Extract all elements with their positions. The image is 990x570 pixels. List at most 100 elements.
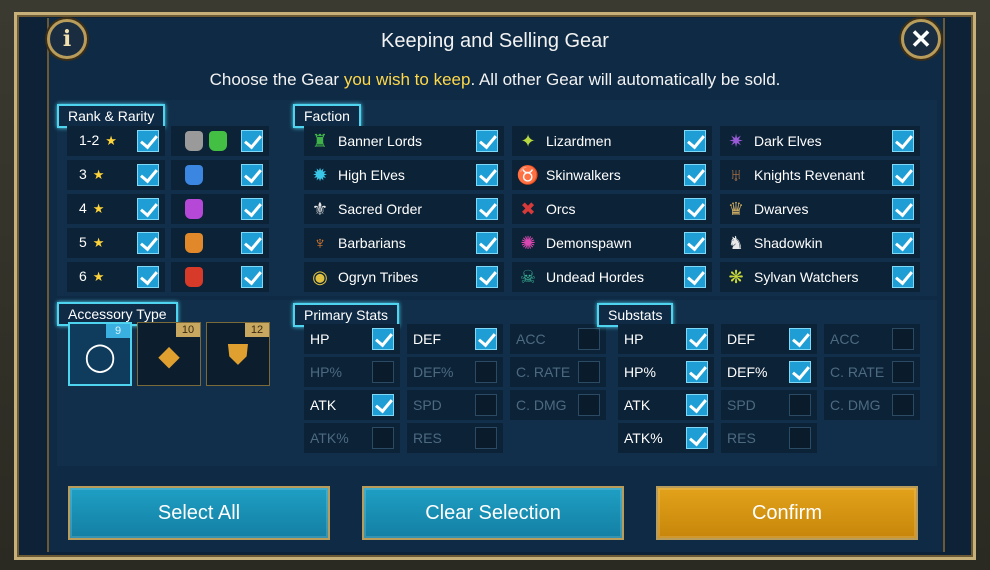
faction-label: Dwarves bbox=[754, 201, 809, 217]
stat-checkbox[interactable] bbox=[475, 328, 497, 350]
lizardmen-icon: ✦ bbox=[520, 131, 536, 151]
faction-checkbox[interactable] bbox=[476, 130, 498, 152]
rank-value: 1-2 bbox=[79, 132, 100, 148]
stat-checkbox[interactable] bbox=[892, 361, 914, 383]
rarity-checkbox[interactable] bbox=[241, 266, 263, 288]
stat-checkbox[interactable] bbox=[578, 361, 600, 383]
accessory-banner[interactable]: ⛊ 12 bbox=[206, 322, 270, 386]
stat-checkbox[interactable] bbox=[372, 427, 394, 449]
orcs-icon: ✖ bbox=[520, 199, 536, 219]
faction-checkbox[interactable] bbox=[892, 266, 914, 288]
stat-checkbox[interactable] bbox=[578, 328, 600, 350]
stat-checkbox[interactable] bbox=[475, 394, 497, 416]
rank-rarity-tag: Rank & Rarity bbox=[57, 104, 166, 128]
faction-row bbox=[512, 194, 712, 224]
star-icon: ★ bbox=[92, 269, 105, 284]
faction-checkbox[interactable] bbox=[684, 232, 706, 254]
faction-checkbox[interactable] bbox=[684, 130, 706, 152]
stat-checkbox[interactable] bbox=[686, 427, 708, 449]
stat-checkbox[interactable] bbox=[789, 394, 811, 416]
rank-checkbox[interactable] bbox=[137, 130, 159, 152]
stat-label: HP bbox=[624, 331, 644, 347]
rarity-checkbox[interactable] bbox=[241, 164, 263, 186]
stat-checkbox[interactable] bbox=[789, 427, 811, 449]
sylvan-watchers-icon: ❋ bbox=[728, 267, 744, 287]
faction-checkbox[interactable] bbox=[892, 164, 914, 186]
stat-label: DEF bbox=[727, 331, 755, 347]
faction-label: Lizardmen bbox=[546, 133, 612, 149]
stat-checkbox[interactable] bbox=[686, 361, 708, 383]
rank-checkbox[interactable] bbox=[137, 164, 159, 186]
confirm-button[interactable]: Confirm bbox=[656, 486, 918, 540]
armor-icon bbox=[185, 199, 203, 219]
faction-label: Dark Elves bbox=[754, 133, 822, 149]
faction-checkbox[interactable] bbox=[892, 198, 914, 220]
accessory-amulet[interactable]: ◆ 10 bbox=[137, 322, 201, 386]
star-icon: ★ bbox=[92, 167, 105, 182]
faction-checkbox[interactable] bbox=[476, 198, 498, 220]
stat-checkbox[interactable] bbox=[892, 328, 914, 350]
faction-checkbox[interactable] bbox=[892, 232, 914, 254]
star-icon: ★ bbox=[105, 133, 117, 148]
faction-checkbox[interactable] bbox=[892, 130, 914, 152]
armor-icon bbox=[185, 267, 203, 287]
demonspawn-icon: ✺ bbox=[520, 233, 536, 253]
rank-label: 6 ★ bbox=[79, 268, 104, 285]
faction-label: Sacred Order bbox=[338, 201, 423, 217]
stat-checkbox[interactable] bbox=[578, 394, 600, 416]
rarity-checkbox[interactable] bbox=[241, 198, 263, 220]
armor-icon bbox=[185, 131, 203, 151]
stat-label: DEF% bbox=[413, 364, 454, 380]
banner-icon: ⛊ bbox=[227, 339, 249, 370]
stat-checkbox[interactable] bbox=[686, 394, 708, 416]
stat-label: ACC bbox=[830, 331, 860, 347]
faction-checkbox[interactable] bbox=[684, 198, 706, 220]
rarity-checkbox[interactable] bbox=[241, 232, 263, 254]
stat-checkbox[interactable] bbox=[372, 361, 394, 383]
star-icon: ★ bbox=[92, 235, 105, 250]
ogryn-tribes-icon: ◉ bbox=[312, 267, 328, 287]
armor-icon bbox=[185, 165, 203, 185]
stat-label: ACC bbox=[516, 331, 546, 347]
faction-checkbox[interactable] bbox=[476, 232, 498, 254]
faction-checkbox[interactable] bbox=[476, 164, 498, 186]
faction-checkbox[interactable] bbox=[684, 266, 706, 288]
stat-checkbox[interactable] bbox=[475, 427, 497, 449]
rank-value: 3 bbox=[79, 166, 87, 182]
clear-selection-button[interactable]: Clear Selection bbox=[362, 486, 624, 540]
rank-checkbox[interactable] bbox=[137, 198, 159, 220]
subtitle-suffix: . All other Gear will automatically be s… bbox=[470, 70, 781, 89]
faction-row bbox=[720, 194, 920, 224]
faction-label: Shadowkin bbox=[754, 235, 823, 251]
stat-checkbox[interactable] bbox=[789, 361, 811, 383]
stat-checkbox[interactable] bbox=[789, 328, 811, 350]
rank-label: 5 ★ bbox=[79, 234, 104, 251]
rank-checkbox[interactable] bbox=[137, 232, 159, 254]
stat-checkbox[interactable] bbox=[372, 394, 394, 416]
undead-hordes-icon: ☠ bbox=[519, 267, 537, 287]
stat-checkbox[interactable] bbox=[475, 361, 497, 383]
stat-label: SPD bbox=[727, 397, 756, 413]
stat-checkbox[interactable] bbox=[372, 328, 394, 350]
stat-label: HP% bbox=[310, 364, 342, 380]
faction-label: Banner Lords bbox=[338, 133, 423, 149]
rank-value: 5 bbox=[79, 234, 87, 250]
faction-label: High Elves bbox=[338, 167, 405, 183]
faction-label: Demonspawn bbox=[546, 235, 632, 251]
rank-checkbox[interactable] bbox=[137, 266, 159, 288]
stat-checkbox[interactable] bbox=[892, 394, 914, 416]
faction-checkbox[interactable] bbox=[476, 266, 498, 288]
accessory-ring[interactable]: ◯ 9 bbox=[68, 322, 132, 386]
rank-value: 4 bbox=[79, 200, 87, 216]
star-icon: ★ bbox=[92, 201, 105, 216]
stat-checkbox[interactable] bbox=[686, 328, 708, 350]
stat-label: HP% bbox=[624, 364, 656, 380]
select-all-button[interactable]: Select All bbox=[68, 486, 330, 540]
rarity-checkbox[interactable] bbox=[241, 130, 263, 152]
barbarians-icon: ♆ bbox=[313, 233, 327, 253]
faction-label: Orcs bbox=[546, 201, 576, 217]
faction-checkbox[interactable] bbox=[684, 164, 706, 186]
accessory-count-badge: 12 bbox=[245, 323, 269, 337]
high-elves-icon: ✹ bbox=[312, 165, 328, 185]
stat-label: RES bbox=[413, 430, 442, 446]
